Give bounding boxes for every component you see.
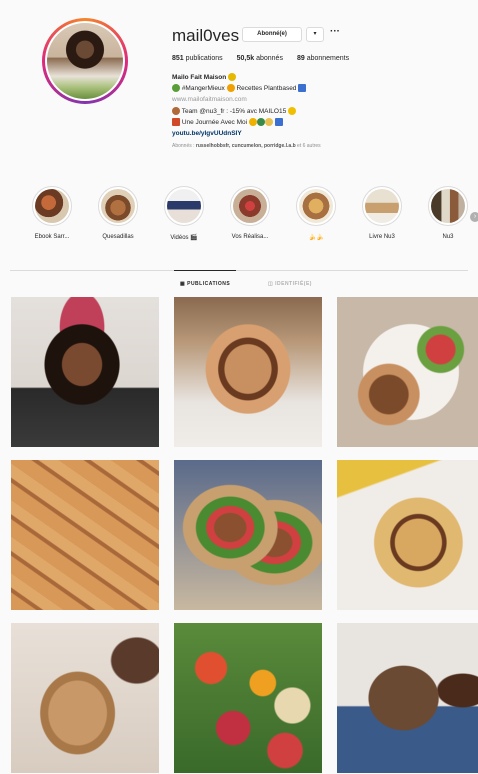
stat-following[interactable]: 89 abonnements <box>297 55 349 62</box>
grin-icon <box>288 106 297 115</box>
leaf-icon <box>172 84 180 93</box>
smile-icon <box>226 84 235 93</box>
highlight-item[interactable]: Livre Nu3 <box>352 186 412 240</box>
emoji-icon <box>264 118 273 127</box>
profile-stats: 851 publications 50,5k abonnés 89 abonne… <box>172 55 349 62</box>
highlight-item[interactable]: Vidéos 🎬 <box>154 186 214 241</box>
promo-text: Team @nu3_fr : -15% avc MAILO15 <box>181 107 287 115</box>
post-thumbnail[interactable] <box>337 460 478 610</box>
posts-grid <box>11 297 478 773</box>
hashtag-text: #MangerMieux <box>181 85 225 93</box>
story-highlights: Ebook Sarr... Quesadillas Vidéos 🎬 Vos R… <box>20 186 478 256</box>
book-icon <box>172 118 180 127</box>
post-thumbnail[interactable] <box>174 623 322 773</box>
sun-icon <box>248 118 257 127</box>
post-thumbnail[interactable] <box>11 623 159 773</box>
cookie-icon <box>172 106 180 115</box>
followed-by[interactable]: Abonnés : russelhobbsfr, cuncumelon, por… <box>172 141 432 152</box>
banana-icon <box>227 73 236 82</box>
post-thumbnail[interactable] <box>11 297 159 447</box>
tab-publications[interactable]: ▦ PUBLICATIONS <box>180 281 230 287</box>
tabs-divider <box>10 270 468 271</box>
profile-name: Mailo Fait Maison <box>172 74 227 81</box>
day-with-me-text: Une Journée Avec Moi <box>181 118 248 126</box>
recipes-text: Recettes Plantbased <box>236 85 297 93</box>
post-thumbnail[interactable] <box>337 623 478 773</box>
info-icon <box>298 84 307 93</box>
profile-avatar[interactable] <box>42 18 128 104</box>
chevron-right-icon[interactable]: › <box>470 212 478 222</box>
video-icon <box>274 118 283 127</box>
highlight-item[interactable]: Ebook Sarr... <box>22 186 82 240</box>
profile-bio: Mailo Fait Maison #MangerMieux Recettes … <box>172 72 432 152</box>
username: mail0ves <box>172 26 240 45</box>
avocado-icon <box>256 118 265 127</box>
highlight-item[interactable]: Quesadillas <box>88 186 148 240</box>
stat-publications: 851 publications <box>172 55 223 62</box>
more-options-icon[interactable]: ··· <box>330 26 340 37</box>
post-thumbnail[interactable] <box>337 297 478 447</box>
avatar-photo <box>47 23 123 99</box>
highlight-item[interactable]: Nu3 <box>418 186 478 240</box>
post-thumbnail[interactable] <box>174 297 322 447</box>
suggestions-dropdown-button[interactable]: ▾ <box>306 27 324 42</box>
youtube-link[interactable]: youtu.be/yIgvUUdnSIY <box>172 128 432 139</box>
website-text: www.mailofaitmaison.com <box>172 96 247 104</box>
active-tab-indicator <box>174 270 236 271</box>
highlight-item[interactable]: Vos Réalisa... <box>220 186 280 240</box>
profile-header: mail0ves Abonné(e) ▾ ··· 851 publication… <box>0 0 478 170</box>
post-thumbnail[interactable] <box>11 460 159 610</box>
post-thumbnail[interactable] <box>174 460 322 610</box>
tab-tagged[interactable]: ◫ IDENTIFIÉ(E) <box>268 281 312 287</box>
stat-followers[interactable]: 50,5k abonnés <box>237 55 283 62</box>
following-button[interactable]: Abonné(e) <box>242 27 302 42</box>
highlight-item[interactable]: 🍌🍌 <box>286 186 346 241</box>
